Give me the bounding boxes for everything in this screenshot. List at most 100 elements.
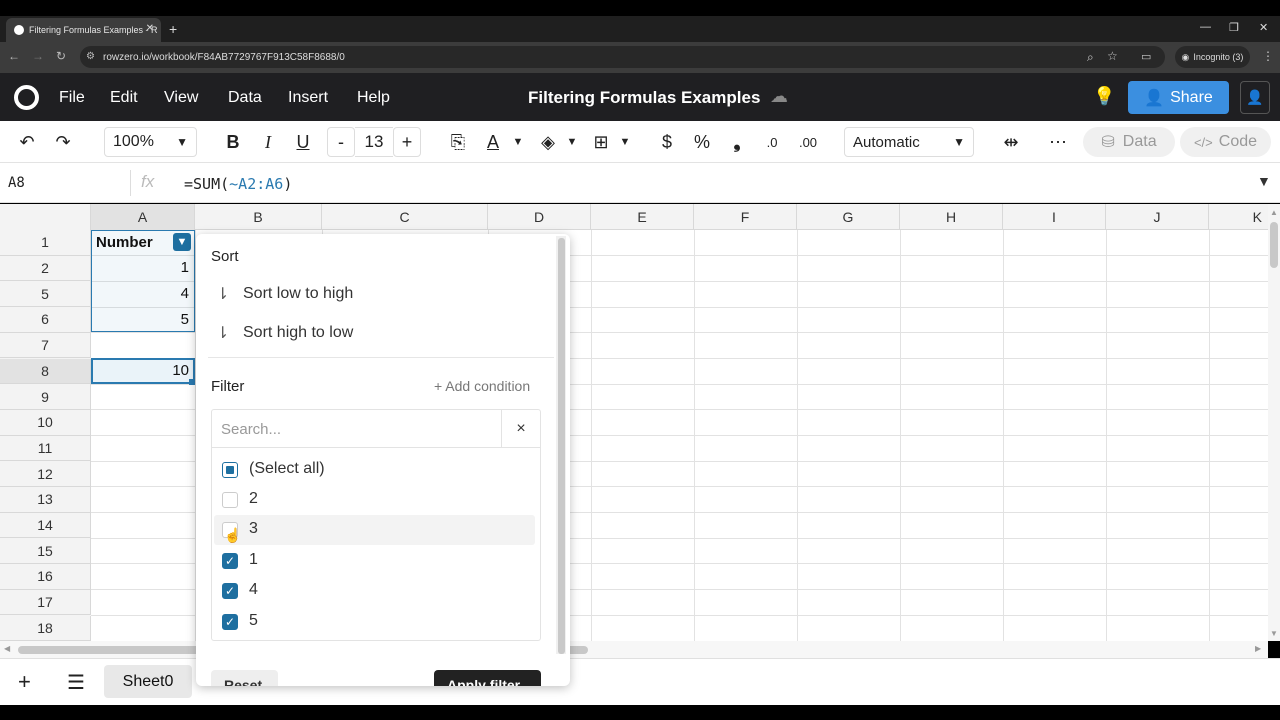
reset-button[interactable]: Reset bbox=[211, 670, 278, 686]
data-button[interactable]: ⛁ Data bbox=[1083, 127, 1175, 157]
row-header-12[interactable]: 12 bbox=[0, 461, 91, 487]
col-header-i[interactable]: I bbox=[1003, 204, 1106, 230]
user-account-button[interactable]: 👤 bbox=[1240, 81, 1270, 114]
row-header-10[interactable]: 10 bbox=[0, 409, 91, 436]
col-header-b[interactable]: B bbox=[195, 204, 322, 230]
increase-decimal-icon[interactable]: .00 bbox=[794, 129, 822, 155]
row-header-16[interactable]: 16 bbox=[0, 564, 91, 590]
vertical-scroll-thumb[interactable] bbox=[1270, 222, 1278, 268]
back-icon[interactable]: ← bbox=[8, 49, 20, 63]
browser-tab[interactable]: Filtering Formulas Examples - R ✕ bbox=[6, 18, 161, 42]
redo-icon[interactable]: ↷ bbox=[50, 129, 76, 155]
side-panel-icon[interactable]: ▭ bbox=[1141, 50, 1151, 63]
cell-a5[interactable]: 4 bbox=[96, 285, 189, 302]
option-5[interactable]: ✓ 5 bbox=[216, 612, 536, 632]
select-all-corner[interactable] bbox=[0, 204, 91, 230]
increase-font-button[interactable]: + bbox=[393, 127, 421, 157]
wrap-text-icon[interactable]: ⇹ bbox=[997, 129, 1025, 155]
col-header-d[interactable]: D bbox=[488, 204, 591, 230]
col-header-h[interactable]: H bbox=[900, 204, 1003, 230]
borders-icon[interactable]: ⊞ bbox=[588, 129, 614, 155]
scroll-up-icon[interactable]: ▲ bbox=[1270, 208, 1278, 217]
decrease-font-button[interactable]: - bbox=[327, 127, 355, 157]
option-1[interactable]: ✓ 1 bbox=[216, 551, 536, 571]
row-header-2[interactable]: 2 bbox=[0, 255, 91, 282]
number-format-select[interactable]: Automatic ▼ bbox=[844, 127, 974, 157]
row-header-13[interactable]: 13 bbox=[0, 487, 91, 513]
row-header-9[interactable]: 9 bbox=[0, 384, 91, 410]
scroll-left-icon[interactable]: ◀ bbox=[4, 644, 10, 653]
browser-menu-icon[interactable]: ⋮ bbox=[1262, 49, 1274, 63]
col-header-f[interactable]: F bbox=[694, 204, 797, 230]
cell-a8[interactable]: 10 bbox=[96, 362, 189, 379]
col-header-g[interactable]: G bbox=[797, 204, 900, 230]
zoom-select[interactable]: 100% ▼ bbox=[104, 127, 197, 157]
maximize-icon[interactable]: ❐ bbox=[1229, 21, 1239, 34]
percent-icon[interactable]: % bbox=[689, 129, 715, 155]
vertical-scrollbar[interactable] bbox=[1268, 204, 1280, 641]
rowzero-logo-icon[interactable] bbox=[14, 85, 39, 110]
menu-view[interactable]: View bbox=[164, 89, 198, 107]
option-checkbox[interactable] bbox=[222, 492, 238, 508]
add-sheet-icon[interactable]: + bbox=[18, 669, 31, 695]
undo-icon[interactable]: ↶ bbox=[14, 129, 40, 155]
borders-chevron-icon[interactable]: ▼ bbox=[617, 129, 633, 155]
col-header-a[interactable]: A bbox=[91, 204, 195, 230]
expand-formula-chevron-icon[interactable]: ▼ bbox=[1257, 173, 1271, 189]
option-3-hover[interactable]: 3 ☝ bbox=[214, 515, 535, 545]
sort-high-to-low[interactable]: Sort high to low bbox=[243, 324, 353, 342]
popup-scroll-thumb[interactable] bbox=[558, 238, 565, 654]
sheet-tab-sheet0[interactable]: Sheet0 bbox=[104, 665, 192, 698]
site-info-icon[interactable]: ⚙ bbox=[86, 51, 95, 62]
document-title[interactable]: Filtering Formulas Examples bbox=[528, 88, 760, 108]
new-tab-icon[interactable]: + bbox=[169, 21, 177, 37]
code-button[interactable]: </> Code bbox=[1180, 127, 1271, 157]
row-header-17[interactable]: 17 bbox=[0, 589, 91, 616]
sort-low-to-high[interactable]: Sort low to high bbox=[243, 285, 353, 303]
cell-a1[interactable]: Number bbox=[96, 234, 153, 251]
more-options-icon[interactable]: ⋯ bbox=[1045, 129, 1071, 155]
clear-search-icon[interactable]: × bbox=[502, 410, 540, 448]
option-checkbox[interactable]: ✓ bbox=[222, 614, 238, 630]
minimize-icon[interactable]: — bbox=[1200, 21, 1211, 33]
comma-style-icon[interactable]: ❟ bbox=[724, 129, 750, 155]
row-header-11[interactable]: 11 bbox=[0, 435, 91, 462]
fill-color-icon[interactable]: ◈ bbox=[535, 129, 561, 155]
close-tab-icon[interactable]: ✕ bbox=[146, 23, 154, 34]
reload-icon[interactable]: ↻ bbox=[56, 49, 66, 63]
row-header-7[interactable]: 7 bbox=[0, 332, 91, 359]
zoom-lens-icon[interactable]: ⌕ bbox=[1087, 50, 1094, 65]
incognito-badge[interactable]: ◉ Incognito (3) bbox=[1175, 46, 1250, 68]
col-header-e[interactable]: E bbox=[591, 204, 694, 230]
option-checkbox[interactable]: ✓ bbox=[222, 553, 238, 569]
name-box[interactable]: A8 bbox=[8, 175, 25, 191]
option-checkbox[interactable]: ✓ bbox=[222, 583, 238, 599]
cell-a2[interactable]: 1 bbox=[96, 259, 189, 276]
filter-funnel-icon[interactable]: ▼ bbox=[173, 233, 191, 251]
italic-icon[interactable]: I bbox=[255, 129, 281, 155]
menu-edit[interactable]: Edit bbox=[110, 89, 138, 107]
option-2[interactable]: 2 bbox=[216, 490, 536, 510]
text-color-icon[interactable]: A bbox=[480, 129, 506, 155]
share-button[interactable]: 👤 Share bbox=[1128, 81, 1229, 114]
currency-icon[interactable]: $ bbox=[654, 129, 680, 155]
col-header-j[interactable]: J bbox=[1106, 204, 1209, 230]
apply-filter-button[interactable]: Apply filter bbox=[434, 670, 541, 686]
row-header-8[interactable]: 8 bbox=[0, 358, 91, 385]
row-header-15[interactable]: 15 bbox=[0, 538, 91, 565]
fill-handle[interactable] bbox=[189, 379, 195, 385]
menu-data[interactable]: Data bbox=[228, 89, 262, 107]
format-painter-icon[interactable]: ⎘ bbox=[445, 129, 471, 155]
option-4[interactable]: ✓ 4 bbox=[216, 581, 536, 601]
decrease-decimal-icon[interactable]: .0 bbox=[759, 129, 785, 155]
row-header-18[interactable]: 18 bbox=[0, 615, 91, 642]
search-input[interactable]: Search... bbox=[212, 410, 502, 448]
row-header-6[interactable]: 6 bbox=[0, 307, 91, 333]
col-header-c[interactable]: C bbox=[322, 204, 488, 230]
menu-insert[interactable]: Insert bbox=[288, 89, 328, 107]
row-header-5[interactable]: 5 bbox=[0, 281, 91, 308]
url-text[interactable]: rowzero.io/workbook/F84AB7729767F913C58F… bbox=[103, 52, 345, 63]
add-condition-button[interactable]: + Add condition bbox=[434, 378, 530, 394]
scroll-down-icon[interactable]: ▼ bbox=[1270, 629, 1278, 638]
underline-icon[interactable]: U bbox=[290, 129, 316, 155]
